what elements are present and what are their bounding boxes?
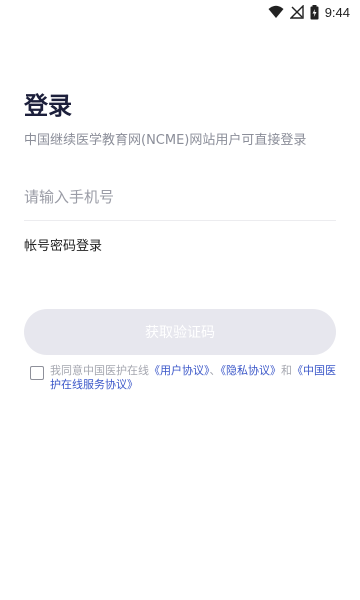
agreement-text: 我同意中国医护在线《用户协议》、《隐私协议》和《中国医护在线服务协议》: [50, 364, 336, 392]
agreement-and: 和: [281, 364, 292, 377]
account-password-login-link[interactable]: 帐号密码登录: [24, 235, 102, 254]
agreement-checkbox[interactable]: [30, 366, 44, 380]
page-title: 登录: [24, 92, 72, 120]
page-subtitle: 中国继续医学教育网(NCME)网站用户可直接登录: [24, 133, 307, 148]
battery-charging-icon: [310, 4, 319, 20]
status-bar: 9:44: [0, 0, 360, 24]
status-time: 9:44: [324, 4, 350, 20]
get-verification-code-button[interactable]: 获取验证码: [24, 309, 336, 355]
agreement-row: 我同意中国医护在线《用户协议》、《隐私协议》和《中国医护在线服务协议》: [30, 364, 336, 392]
wifi-icon: [268, 5, 284, 19]
input-divider: [24, 220, 336, 221]
no-signal-icon: [289, 5, 304, 19]
user-agreement-link[interactable]: 《用户协议》: [149, 364, 210, 377]
agreement-separator: 、: [209, 364, 221, 377]
agreement-prefix: 我同意中国医护在线: [50, 364, 149, 377]
privacy-policy-link[interactable]: 《隐私协议》: [221, 364, 282, 377]
phone-number-input[interactable]: [24, 182, 336, 212]
